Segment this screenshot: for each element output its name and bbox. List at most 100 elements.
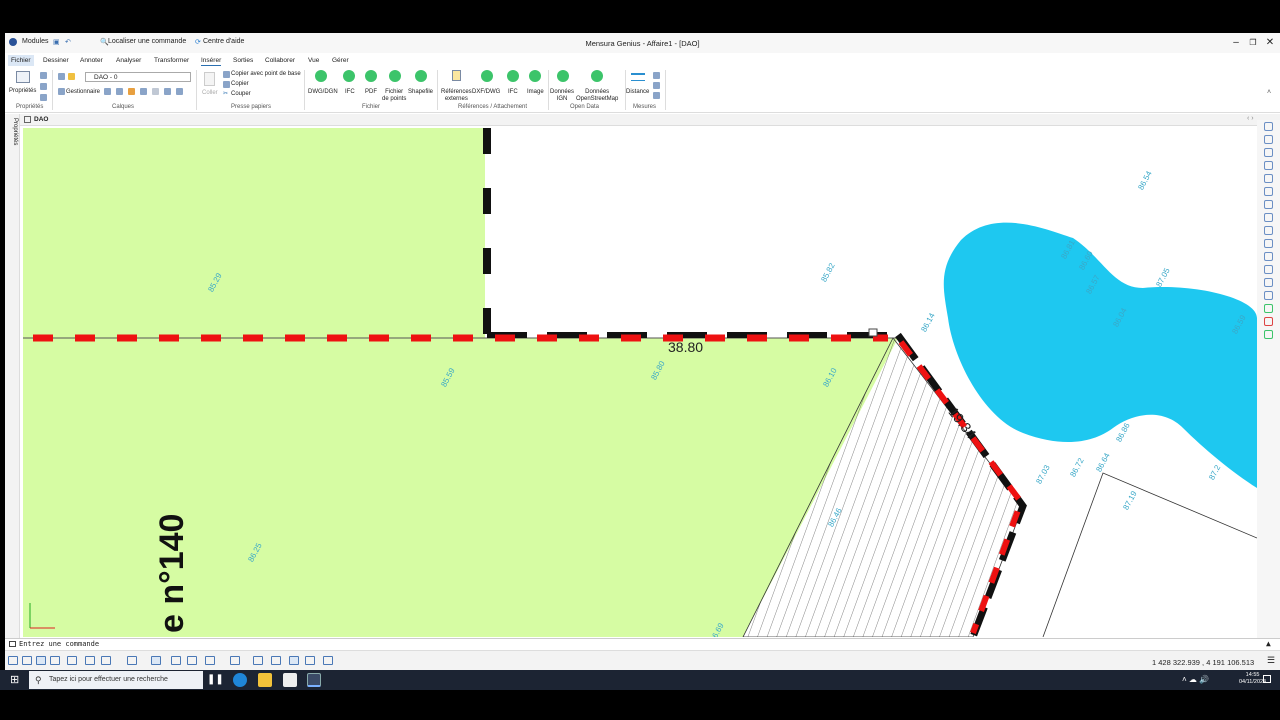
tab-gerer[interactable]: Gérer: [332, 55, 349, 66]
copy-base-button[interactable]: Copier avec point de base: [231, 71, 301, 78]
tab-fichier[interactable]: Fichier: [8, 55, 34, 66]
tab-vue[interactable]: Vue: [308, 55, 319, 66]
osnap-icon[interactable]: [67, 656, 77, 665]
view-icon[interactable]: [1264, 213, 1273, 222]
attach-dxf-button[interactable]: DXF/DWG: [472, 89, 500, 96]
layer-tool-icon[interactable]: [116, 88, 123, 95]
view-icon[interactable]: [1264, 330, 1273, 339]
command-input[interactable]: Entrez une commande: [19, 640, 99, 648]
import-pdf-button[interactable]: PDF: [365, 89, 377, 96]
distance-button[interactable]: Distance: [626, 89, 649, 96]
attach-ifc-button[interactable]: IFC: [508, 89, 518, 96]
model-icon[interactable]: [289, 656, 299, 665]
tab-collaborer[interactable]: Collaborer: [265, 55, 295, 66]
task-view-icon[interactable]: ❚❚: [207, 673, 224, 687]
lineweight-icon[interactable]: [230, 656, 240, 665]
properties-button[interactable]: Propriétés: [9, 88, 36, 95]
arc-icon[interactable]: [85, 656, 95, 665]
import-points-button[interactable]: Fichier de points: [382, 89, 406, 102]
measure-tool-icon[interactable]: [653, 92, 660, 99]
close-icon[interactable]: ✕: [1262, 36, 1278, 49]
pan-icon[interactable]: [1264, 135, 1273, 144]
attach-image-button[interactable]: Image: [527, 89, 544, 96]
layer-manager-button[interactable]: Gestionnaire: [66, 89, 100, 96]
mensura-app-icon[interactable]: [307, 673, 321, 687]
import-shapefile-button[interactable]: Shapefile: [408, 89, 433, 96]
doc-tab-dao[interactable]: DAO: [34, 116, 48, 123]
selection-icon[interactable]: [271, 656, 281, 665]
view-icon[interactable]: [1264, 252, 1273, 261]
copy-base-icon: [223, 71, 230, 78]
layer-select[interactable]: DAO - 0: [85, 72, 191, 82]
zoom-extents-icon[interactable]: [1264, 122, 1273, 131]
view-icon[interactable]: [1264, 200, 1273, 209]
tab-dessiner[interactable]: Dessiner: [43, 55, 69, 66]
xref-button[interactable]: Références externes: [441, 89, 472, 102]
grid-icon[interactable]: [22, 656, 32, 665]
tab-analyser[interactable]: Analyser: [116, 55, 141, 66]
ign-data-button[interactable]: Données IGN: [550, 89, 574, 102]
transparency-icon[interactable]: [253, 656, 263, 665]
layer-tool-icon[interactable]: [104, 88, 111, 95]
vertex-marker[interactable]: [868, 328, 878, 337]
file-explorer-icon[interactable]: [258, 673, 272, 687]
ucs-icon[interactable]: [101, 656, 111, 665]
pick-icon[interactable]: [40, 94, 47, 101]
tab-sorties[interactable]: Sorties: [233, 55, 253, 66]
zoom-window-icon[interactable]: [1264, 148, 1273, 157]
notifications-icon[interactable]: [1263, 675, 1271, 683]
command-line[interactable]: Entrez une commande ▲: [5, 638, 1280, 649]
tab-annoter[interactable]: Annoter: [80, 55, 103, 66]
orbit-icon[interactable]: [1264, 161, 1273, 170]
filter-icon[interactable]: [40, 72, 47, 79]
view-icon[interactable]: [1264, 291, 1273, 300]
restore-icon[interactable]: ❐: [1245, 36, 1261, 49]
dynamic-icon[interactable]: [127, 656, 137, 665]
minimize-icon[interactable]: –: [1228, 36, 1244, 49]
view-icon[interactable]: [1264, 317, 1273, 326]
tools-icon[interactable]: [151, 656, 161, 665]
view-icon[interactable]: [1264, 226, 1273, 235]
view-icon[interactable]: [1264, 174, 1273, 183]
taskbar-search[interactable]: ⚲ Tapez ici pour effectuer une recherche: [29, 671, 203, 689]
tab-inserer[interactable]: Insérer: [201, 55, 222, 66]
store-icon[interactable]: [283, 673, 297, 687]
windows-start-icon[interactable]: ⊞: [10, 675, 20, 686]
ortho-icon[interactable]: [36, 656, 46, 665]
collapse-ribbon-icon[interactable]: ˄: [1267, 89, 1271, 96]
snap-icon[interactable]: [8, 656, 18, 665]
import-dwg-button[interactable]: DWG/DGN: [308, 89, 338, 96]
layer-tool-icon[interactable]: [128, 88, 135, 95]
tray-icons[interactable]: ˄ ☁ 🔊: [1182, 675, 1209, 684]
view-icon[interactable]: [1264, 239, 1273, 248]
properties-side-tab[interactable]: Propriétés: [8, 117, 20, 157]
measure-tool-icon[interactable]: [653, 82, 660, 89]
layer-tool-icon[interactable]: [176, 88, 183, 95]
annotation-icon[interactable]: [305, 656, 315, 665]
layer-tool-icon[interactable]: [152, 88, 159, 95]
paste-button[interactable]: Coller: [202, 90, 218, 97]
view-icon[interactable]: [1264, 304, 1273, 313]
import-ifc-button[interactable]: IFC: [345, 89, 355, 96]
drawing-canvas[interactable]: 38.80 19.34 e n°140 86.54 85.29 85.82 86…: [23, 128, 1257, 637]
layer-tool-icon[interactable]: [164, 88, 171, 95]
workspace-icon[interactable]: [323, 656, 333, 665]
copy-button[interactable]: Copier: [231, 81, 249, 88]
expand-icon[interactable]: ▲: [1266, 639, 1271, 649]
tools-icon[interactable]: [205, 656, 215, 665]
cut-button[interactable]: Couper: [231, 91, 251, 98]
edge-icon[interactable]: [233, 673, 247, 687]
view-icon[interactable]: [1264, 265, 1273, 274]
doc-nav-icon[interactable]: ‹ ›: [1247, 115, 1254, 122]
measure-tool-icon[interactable]: [653, 72, 660, 79]
select-icon[interactable]: [40, 83, 47, 90]
tools-icon[interactable]: [187, 656, 197, 665]
tools-icon[interactable]: [171, 656, 181, 665]
tab-transformer[interactable]: Transformer: [154, 55, 189, 66]
view-icon[interactable]: [1264, 187, 1273, 196]
osm-data-button[interactable]: Données OpenStreetMap: [576, 89, 618, 102]
polar-icon[interactable]: [50, 656, 60, 665]
view-icon[interactable]: [1264, 278, 1273, 287]
layer-tool-icon[interactable]: [140, 88, 147, 95]
menu-icon[interactable]: ☰: [1267, 655, 1275, 666]
